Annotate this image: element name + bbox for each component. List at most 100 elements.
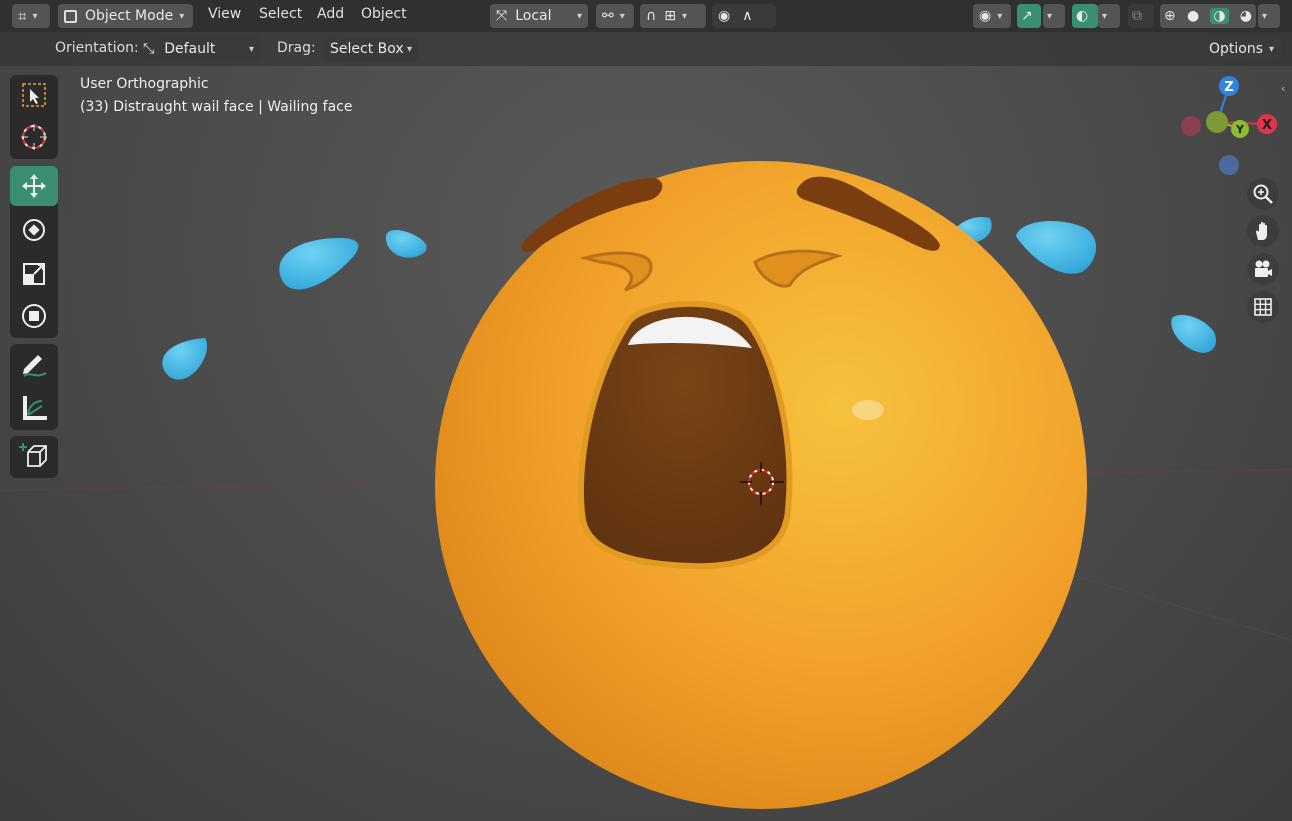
gizmo-dropdown[interactable]: ▾ — [1043, 4, 1065, 28]
orientation-axes-icon: ⤡ — [143, 41, 155, 57]
grid-icon — [1254, 298, 1272, 316]
options-button[interactable]: Options ▾ — [1203, 37, 1281, 61]
ortho-toggle-button[interactable] — [1247, 291, 1279, 323]
chevron-down-icon: ▾ — [179, 10, 185, 22]
camera-view-button[interactable] — [1247, 253, 1279, 285]
overlays-icon: ◐ — [1076, 8, 1089, 24]
tool-settings-bar: Orientation: ⤡ Default ▾ Drag: Select Bo… — [0, 32, 1292, 66]
drag-select-value: Select Box — [330, 41, 404, 57]
tear-drop[interactable] — [162, 338, 208, 380]
pivot-point-button[interactable]: ⚯ ▾ — [596, 4, 634, 28]
tear-drop[interactable] — [1016, 221, 1097, 274]
menu-object[interactable]: Object — [361, 6, 407, 22]
shading-mode-group: ⊕ ● ◑ ◕ — [1160, 4, 1256, 28]
proportional-editing-icon: ◉ — [718, 8, 731, 24]
orientation-select[interactable]: ⤡ Default ▾ — [137, 37, 260, 61]
magnet-icon: ∩ — [646, 8, 657, 24]
measure-icon — [23, 396, 47, 420]
tear-drop[interactable] — [385, 230, 427, 258]
camera-icon — [1255, 260, 1272, 277]
sidebar-toggle-icon[interactable]: ‹ — [1281, 82, 1292, 100]
viewport-scene — [0, 161, 1292, 809]
transform-orientation-select[interactable]: ⤧ Local ▾ — [490, 4, 588, 28]
overlays-dropdown[interactable]: ▾ — [1098, 4, 1120, 28]
menu-add[interactable]: Add — [317, 6, 344, 22]
editor-type-button[interactable]: ⌗ ▾ — [12, 4, 50, 28]
add-cube-tool[interactable] — [10, 436, 58, 476]
orientation-value: Local — [515, 8, 552, 24]
zoom-icon — [1253, 184, 1273, 204]
drag-select[interactable]: Select Box ▾ — [324, 37, 418, 61]
face-highlight — [852, 400, 884, 420]
tear-drop[interactable] — [1171, 314, 1217, 353]
orientation-label: Orientation: — [55, 40, 139, 56]
toolbar-select-group — [10, 75, 58, 159]
mode-label: Object Mode — [85, 8, 174, 24]
pan-button[interactable] — [1247, 215, 1279, 247]
add-cube-icon — [19, 443, 47, 467]
snap-increment-icon: ⊞ — [664, 8, 676, 24]
material-shading-icon[interactable]: ◑ — [1210, 8, 1229, 24]
pivot-icon: ⚯ — [602, 8, 614, 24]
rotate-tool[interactable] — [10, 210, 58, 250]
move-tool[interactable] — [10, 166, 58, 206]
chevron-down-icon: ▾ — [997, 10, 1003, 22]
select-box-tool[interactable] — [10, 75, 58, 115]
wireframe-shading-icon[interactable]: ⊕ — [1164, 8, 1176, 24]
zoom-button[interactable] — [1247, 178, 1279, 210]
falloff-icon: ∧ — [742, 8, 753, 24]
drag-label: Drag: — [277, 40, 316, 56]
orientation-icon: ⤧ — [496, 8, 508, 24]
toolbar-transform-group — [10, 166, 58, 338]
shading-dropdown[interactable]: ▾ — [1258, 4, 1280, 28]
measure-tool[interactable] — [10, 388, 58, 428]
orientation-select-value: Default — [164, 41, 216, 57]
neg-z-axis-icon[interactable] — [1219, 155, 1239, 175]
neg-x-axis-icon[interactable] — [1181, 116, 1201, 136]
chevron-down-icon: ▾ — [1102, 10, 1108, 22]
neg-y-axis-icon[interactable] — [1206, 111, 1228, 133]
tear-drop[interactable] — [279, 238, 359, 290]
menu-view[interactable]: View — [208, 6, 241, 22]
toolbar-annotate-group — [10, 344, 58, 430]
gizmo-icon: ↗ — [1021, 8, 1033, 24]
chevron-down-icon: ▾ — [681, 10, 688, 22]
scale-tool[interactable] — [10, 254, 58, 294]
annotate-tool[interactable] — [10, 344, 58, 384]
select-box-icon — [22, 83, 46, 107]
object-info: (33) Distraught wail face | Wailing face — [80, 99, 353, 115]
xray-toggle[interactable]: ⧉ — [1128, 4, 1154, 28]
options-label: Options — [1209, 41, 1264, 57]
overlays-toggle[interactable]: ◐ — [1072, 4, 1098, 28]
menu-select[interactable]: Select — [259, 6, 302, 22]
toolbar-add-group — [10, 436, 58, 478]
chevron-down-icon: ▾ — [32, 10, 38, 22]
annotate-icon — [23, 355, 47, 377]
object-mode-icon — [64, 9, 77, 23]
cursor-tool[interactable] — [10, 117, 58, 157]
solid-shading-icon[interactable]: ● — [1187, 8, 1199, 24]
mode-select[interactable]: Object Mode ▾ — [58, 4, 193, 28]
x-axis-label: X — [1262, 118, 1272, 133]
proportional-editing-button[interactable]: ◉ ∧ — [712, 4, 776, 28]
hand-icon — [1256, 221, 1267, 240]
scale-icon — [23, 263, 45, 285]
z-axis-label: Z — [1224, 80, 1233, 95]
chevron-down-icon: ▾ — [248, 43, 254, 55]
visibility-button[interactable]: ◉ ▾ — [973, 4, 1011, 28]
chevron-down-icon: ▾ — [1262, 10, 1268, 22]
viewport-header: ⌗ ▾ Object Mode ▾ View Select Add Object … — [0, 0, 1292, 32]
snap-button[interactable]: ∩ ⊞ ▾ — [640, 4, 706, 28]
gizmo-toggle[interactable]: ↗ — [1017, 4, 1041, 28]
xray-icon: ⧉ — [1132, 8, 1142, 24]
transform-icon — [22, 304, 46, 328]
navigation-gizmo[interactable]: Z Y X — [1175, 72, 1285, 182]
y-axis-label: Y — [1235, 123, 1245, 136]
rendered-shading-icon[interactable]: ◕ — [1240, 8, 1252, 24]
transform-tool[interactable] — [10, 296, 58, 336]
cursor-icon — [21, 124, 47, 150]
move-icon — [22, 174, 46, 198]
chevron-down-icon: ▾ — [1269, 43, 1275, 55]
3d-viewport[interactable] — [0, 0, 1292, 821]
chevron-down-icon: ▾ — [406, 43, 412, 55]
